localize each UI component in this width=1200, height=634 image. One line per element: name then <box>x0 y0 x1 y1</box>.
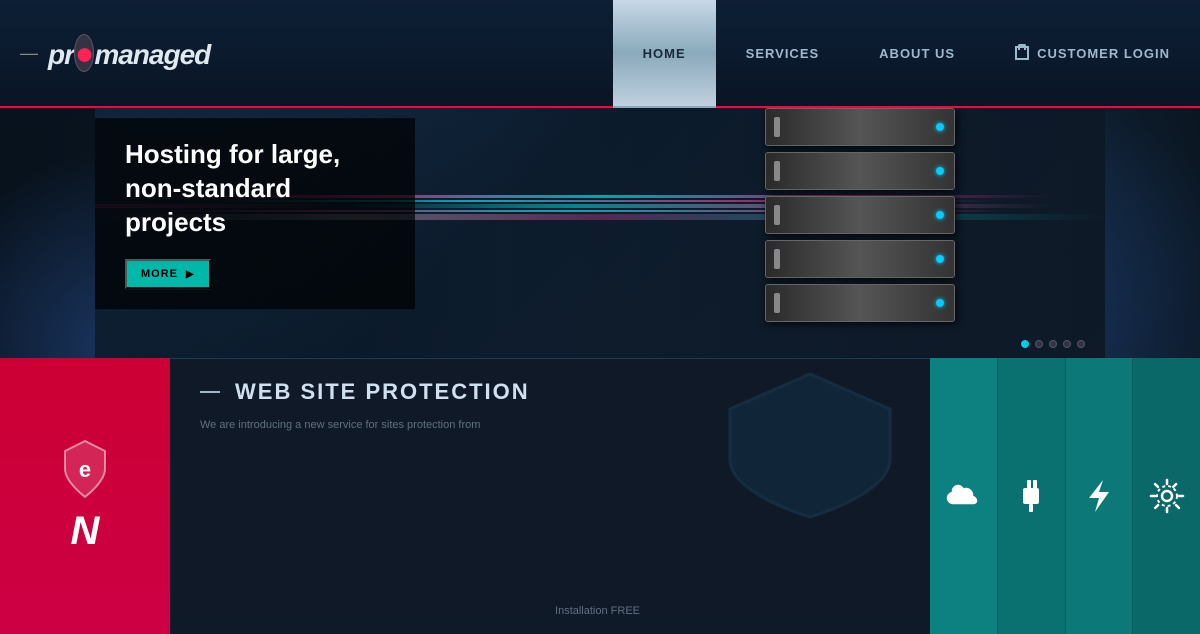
slider-dot-5[interactable] <box>1077 340 1085 348</box>
title-dash <box>200 391 220 393</box>
lightning-icon <box>1081 478 1117 514</box>
sidebar-tab: e N <box>0 358 170 634</box>
nav-customer-login-label: CUSTOMER LOGIN <box>1037 46 1170 61</box>
more-arrow-icon: ▶ <box>186 269 195 280</box>
logo-area: — pr●managed <box>0 0 240 106</box>
logo-managed: managed <box>94 39 210 70</box>
nav-customer-login[interactable]: CUSTOMER LOGIN <box>985 0 1200 106</box>
install-label: Installation FREE <box>555 605 640 617</box>
server-unit-5 <box>765 284 955 322</box>
gear-icon <box>1149 478 1185 514</box>
shield-container: e N <box>60 439 110 554</box>
feature-settings[interactable] <box>1133 358 1200 634</box>
logo: pr●managed <box>48 35 210 72</box>
main-content: WEB SITE PROTECTION We are introducing a… <box>170 358 930 634</box>
hero-banner: Hosting for large, non-standard projects… <box>95 108 1105 358</box>
features-panel <box>930 358 1200 634</box>
svg-text:e: e <box>79 457 91 482</box>
cloud-icon <box>945 478 981 514</box>
feature-cloud[interactable] <box>930 358 998 634</box>
hero-text-box: Hosting for large, non-standard projects… <box>95 118 415 309</box>
login-icon <box>1015 46 1029 60</box>
section-description: We are introducing a new service for sit… <box>200 417 600 435</box>
logo-pro: pr <box>48 39 74 70</box>
more-button-label: MORE <box>141 269 178 281</box>
main-nav: HOME SERVICES ABOUT US CUSTOMER LOGIN <box>240 0 1200 106</box>
slider-dot-2[interactable] <box>1035 340 1043 348</box>
feature-lightning[interactable] <box>1066 358 1134 634</box>
server-unit-2 <box>765 152 955 190</box>
server-unit-3 <box>765 196 955 234</box>
shield-bg-decoration <box>720 369 900 634</box>
more-button[interactable]: MORE ▶ <box>125 260 211 290</box>
slider-dots <box>1021 340 1085 348</box>
logo-dot: ● <box>74 34 94 72</box>
server-unit-1 <box>765 108 955 146</box>
nav-services[interactable]: SERVICES <box>716 0 850 106</box>
header: — pr●managed HOME SERVICES ABOUT US CUST… <box>0 0 1200 108</box>
hero-title: Hosting for large, non-standard projects <box>125 138 385 239</box>
sidebar-letter: N <box>71 509 100 554</box>
nav-about[interactable]: ABOUT US <box>849 0 985 106</box>
slider-dot-3[interactable] <box>1049 340 1057 348</box>
section-title: WEB SITE PROTECTION <box>235 379 530 405</box>
slider-dot-4[interactable] <box>1063 340 1071 348</box>
server-unit-4 <box>765 240 955 278</box>
server-image <box>765 108 985 358</box>
shield-icon: e <box>60 439 110 499</box>
lower-section: e N WEB SITE PROTECTION We are introduci… <box>0 358 1200 634</box>
server-stack <box>765 108 985 358</box>
power-icon <box>1013 478 1049 514</box>
install-badge: Installation FREE <box>555 601 640 619</box>
slider-dot-1[interactable] <box>1021 340 1029 348</box>
logo-dash: — <box>20 43 38 64</box>
feature-power[interactable] <box>998 358 1066 634</box>
nav-home[interactable]: HOME <box>613 0 716 106</box>
